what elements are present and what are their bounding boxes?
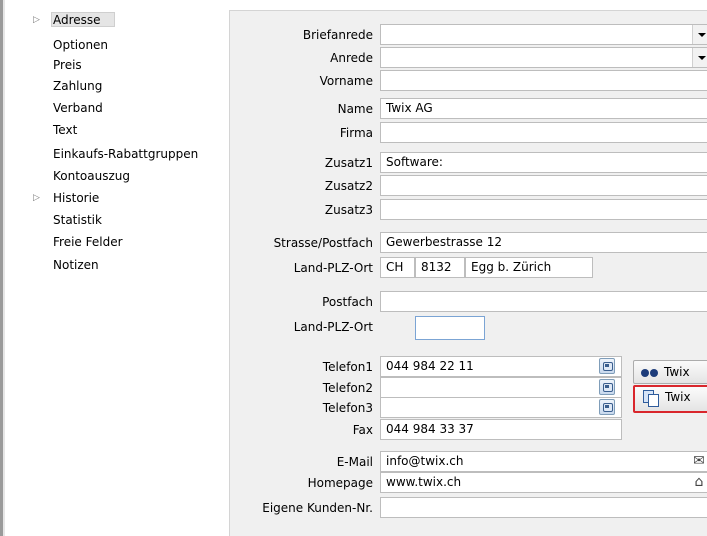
email-icon[interactable]: ✉: [690, 452, 707, 470]
firma-label: Firma: [339, 126, 373, 140]
copy-icon: [643, 390, 659, 407]
nav-item-kontoauszug[interactable]: Kontoauszug: [5, 167, 229, 185]
land-plz-ort-2-label: Land-PLZ-Ort: [293, 320, 373, 334]
strasse-label: Strasse/Postfach: [273, 236, 373, 250]
nav-item-einkaufs-rabattgruppen[interactable]: Einkaufs-Rabattgruppen: [5, 145, 229, 163]
anrede-select[interactable]: [380, 47, 707, 68]
nav-item-label: Preis: [53, 58, 82, 72]
land-plz-ort-label: Land-PLZ-Ort: [293, 261, 373, 275]
nav-item-zahlung[interactable]: Zahlung: [5, 77, 229, 95]
address-form-panel: Briefanrede Anrede Vorname Name Twix AG …: [229, 10, 707, 536]
nav-item-optionen[interactable]: Optionen: [5, 36, 229, 54]
name-label: Name: [337, 102, 373, 116]
zusatz2-input[interactable]: [380, 175, 707, 196]
chevron-down-icon: [698, 56, 706, 60]
nav-item-label: Zahlung: [53, 79, 103, 93]
nav-item-notizen[interactable]: Notizen: [5, 256, 229, 274]
copy-twix-button[interactable]: Twix: [633, 385, 707, 413]
telefon2-input[interactable]: [380, 377, 622, 398]
nav-item-label: Text: [53, 123, 78, 137]
nav-item-verband[interactable]: Verband: [5, 99, 229, 117]
dropdown-button[interactable]: [692, 48, 707, 67]
homepage-icon[interactable]: ⌂: [690, 473, 707, 491]
zusatz1-label: Zusatz1: [324, 156, 373, 170]
land-input[interactable]: CH: [380, 257, 415, 278]
telefon1-label: Telefon1: [322, 360, 373, 374]
briefanrede-select[interactable]: [380, 24, 707, 45]
strasse-input[interactable]: Gewerbestrasse 12: [380, 232, 707, 253]
name-input[interactable]: Twix AG: [380, 98, 707, 119]
nav-item-preis[interactable]: Preis: [5, 56, 229, 74]
nav-item-label: Kontoauszug: [53, 169, 130, 183]
nav-item-label: Freie Felder: [53, 235, 123, 249]
firma-input[interactable]: [380, 122, 707, 143]
search-twix-label: Twix: [664, 365, 690, 379]
dial-telefon1-icon[interactable]: [599, 358, 615, 374]
vorname-label: Vorname: [319, 74, 373, 88]
expand-arrow-icon[interactable]: ▷: [33, 189, 40, 207]
nav-item-label: Optionen: [53, 38, 109, 52]
nav-item-label: Einkaufs-Rabattgruppen: [53, 147, 199, 161]
kunden-nr-label: Eigene Kunden-Nr.: [262, 501, 373, 515]
anrede-label: Anrede: [330, 51, 373, 65]
nav-item-label: Notizen: [53, 258, 99, 272]
nav-item-historie[interactable]: ▷ Historie: [5, 189, 229, 207]
briefanrede-label: Briefanrede: [302, 28, 373, 42]
homepage-label: Homepage: [307, 476, 373, 490]
homepage-input[interactable]: www.twix.ch: [380, 472, 707, 493]
copy-twix-label: Twix: [665, 390, 691, 404]
fax-input[interactable]: 044 984 33 37: [380, 419, 622, 440]
nav-item-statistik[interactable]: Statistik: [5, 211, 229, 229]
email-input[interactable]: info@twix.ch: [380, 451, 707, 472]
postfach-input[interactable]: [380, 291, 707, 312]
chevron-down-icon: [698, 33, 706, 37]
nav-item-text[interactable]: Text: [5, 121, 229, 139]
nav-item-label: Historie: [53, 191, 100, 205]
zusatz3-input[interactable]: [380, 199, 707, 220]
kunden-nr-input[interactable]: [380, 497, 707, 518]
email-label: E-Mail: [336, 455, 373, 469]
expand-arrow-icon[interactable]: ▷: [33, 11, 40, 29]
plz-2-input[interactable]: [415, 316, 485, 340]
dropdown-button[interactable]: [692, 25, 707, 44]
binoculars-icon: [641, 366, 659, 378]
plz-input[interactable]: 8132: [415, 257, 465, 278]
fax-label: Fax: [352, 423, 373, 437]
ort-input[interactable]: Egg b. Zürich: [465, 257, 593, 278]
dial-telefon3-icon[interactable]: [599, 399, 615, 415]
nav-item-label: Adresse: [53, 13, 101, 27]
search-twix-button[interactable]: Twix: [633, 360, 707, 384]
nav-item-label: Statistik: [53, 213, 102, 227]
telefon3-input[interactable]: [380, 397, 622, 418]
telefon2-label: Telefon2: [322, 381, 373, 395]
address-window: ▷ Adresse Optionen Preis Zahlung Verband…: [0, 0, 707, 536]
nav-item-adresse[interactable]: ▷ Adresse: [5, 11, 229, 29]
vorname-input[interactable]: [380, 70, 707, 91]
navigation-tree: ▷ Adresse Optionen Preis Zahlung Verband…: [5, 0, 229, 536]
nav-item-freie-felder[interactable]: Freie Felder: [5, 233, 229, 251]
telefon1-input[interactable]: 044 984 22 11: [380, 356, 622, 377]
dial-telefon2-icon[interactable]: [599, 379, 615, 395]
zusatz3-label: Zusatz3: [324, 203, 373, 217]
zusatz1-input[interactable]: Software:: [380, 152, 707, 173]
zusatz2-label: Zusatz2: [324, 179, 373, 193]
postfach-label: Postfach: [322, 295, 373, 309]
nav-item-label: Verband: [53, 101, 103, 115]
telefon3-label: Telefon3: [322, 401, 373, 415]
